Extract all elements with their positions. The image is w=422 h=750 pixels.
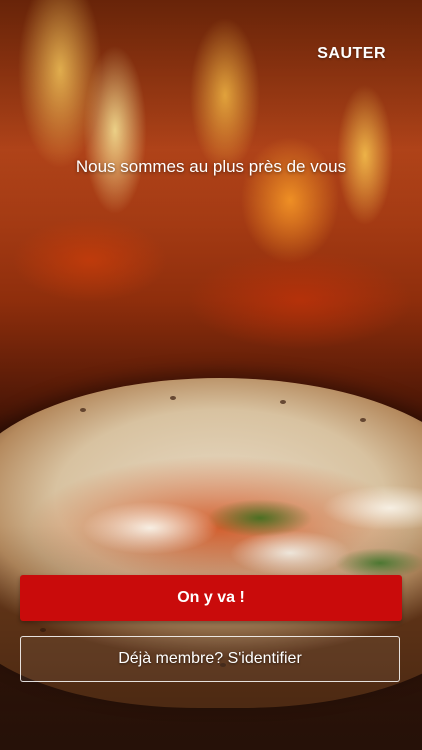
onboarding-tagline: Nous sommes au plus près de vous <box>75 157 347 176</box>
onboarding-screen: SAUTER Nous sommes au plus près de vous … <box>0 0 422 750</box>
get-started-button[interactable]: On y va ! <box>20 575 402 621</box>
sign-in-button[interactable]: Déjà membre? S'identifier <box>20 636 400 682</box>
skip-button[interactable]: SAUTER <box>317 45 386 63</box>
